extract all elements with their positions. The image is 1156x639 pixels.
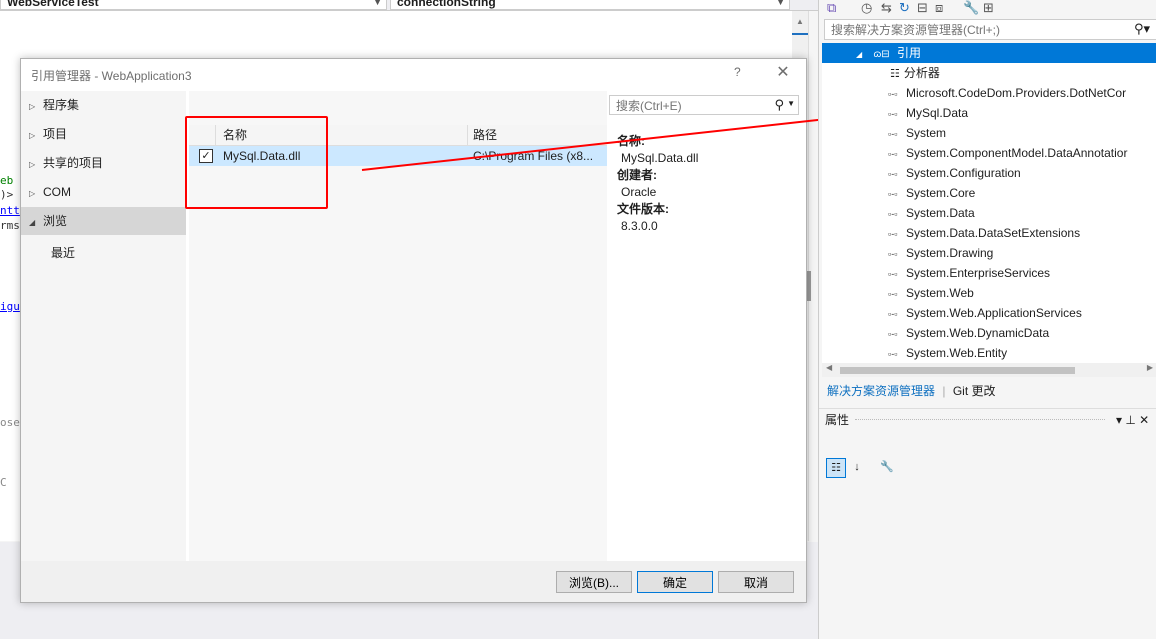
scroll-thumb[interactable] [840, 367, 1075, 374]
tree-node-label: System [906, 126, 947, 140]
tree-node-reference[interactable]: ▫-▫ System.Web.ApplicationServices [822, 303, 1156, 323]
reference-icon: ▫-▫ [888, 289, 898, 299]
history-icon[interactable]: ◷ [861, 0, 872, 16]
reference-icon: ▫-▫ [888, 309, 898, 319]
tree-node-reference[interactable]: ▫-▫ System [822, 123, 1156, 143]
tree-horizontal-scrollbar[interactable]: ◀ ▶ [822, 363, 1156, 377]
tree-node-reference[interactable]: ▫-▫ System.Drawing [822, 243, 1156, 263]
reference-icon: ▫-▫ [888, 129, 898, 139]
tree-node-reference[interactable]: ▫-▫ System.Configuration [822, 163, 1156, 183]
window-controls[interactable]: ▾ ⊥ ✕ [1116, 409, 1149, 431]
analyzer-icon: ☷ [890, 68, 900, 80]
vs-logo-icon: ⧉ [827, 0, 837, 15]
tree-node-reference[interactable]: ▫-▫ System.EnterpriseServices [822, 263, 1156, 283]
tree-node-label: System.Web.ApplicationServices [906, 306, 1082, 320]
tree-node-label: 分析器 [903, 66, 940, 80]
tree-node-label: System.Data [906, 206, 975, 220]
tree-node-reference[interactable]: ▫-▫ System.Core [822, 183, 1156, 203]
tree-node-label: System.Data.DataSetExtensions [906, 226, 1081, 240]
tree-node-label: MySql.Data [906, 106, 969, 120]
solution-tree: ◢ ɷ⊟ 引用 ☷ 分析器 ▫-▫ Microsoft.CodeDom.Provid… [822, 43, 1156, 363]
solution-search-box[interactable]: ⚲▾ [824, 19, 1156, 40]
tree-node-label: System.Core [906, 186, 976, 200]
tree-node-label: 引用 [897, 46, 922, 60]
reference-icon: ▫-▫ [888, 209, 898, 219]
wrench-icon[interactable]: 🔧 [878, 458, 896, 476]
tree-node-label: System.Web.Entity [906, 346, 1008, 360]
reference-icon: ▫-▫ [888, 189, 898, 199]
tree-node-label: System.Web [906, 286, 974, 300]
tab-solution-explorer[interactable]: 解决方案资源管理器 [827, 384, 935, 398]
properties-title: 属性 [825, 413, 850, 427]
sync-icon[interactable]: ⇆ [881, 0, 892, 16]
collapse-all-icon[interactable]: ⊟ [917, 0, 928, 16]
tree-node-label: System.Configuration [906, 166, 1021, 180]
reference-icon: ▫-▫ [888, 269, 898, 279]
tree-node-label: Microsoft.CodeDom.Providers.DotNetCor [906, 86, 1127, 100]
tree-node-label: System.EnterpriseServices [906, 266, 1051, 280]
reference-icon: ▫-▫ [888, 149, 898, 159]
solution-explorer-tabs: 解决方案资源管理器 | Git 更改 [827, 381, 996, 401]
search-icon[interactable]: ⚲▾ [1134, 21, 1150, 37]
scroll-right-icon[interactable]: ▶ [1147, 363, 1153, 372]
categorized-icon[interactable]: ☷ [826, 458, 846, 478]
refresh-icon[interactable]: ↻ [899, 0, 910, 16]
reference-icon: ▫-▫ [888, 329, 898, 339]
tree-node-label: System.Web.DynamicData [906, 326, 1050, 340]
tree-node-reference[interactable]: ▫-▫ System.Web.Entity [822, 343, 1156, 363]
tree-node-reference[interactable]: ▫-▫ System.Data.DataSetExtensions [822, 223, 1156, 243]
reference-icon: ▫-▫ [888, 169, 898, 179]
tree-node-label: System.Drawing [906, 246, 994, 260]
preview-icon[interactable]: ⊞ [983, 0, 994, 16]
solution-explorer: ⧉ ◷ ⇆ ↻ ⊟ ⧈ 🔧 ⊞ ⚲▾ ◢ ɷ⊟ 引用 ☷分析器 ▫-▫Micro… [818, 0, 1156, 639]
tree-node-reference[interactable]: ▫-▫ System.Web.DynamicData [822, 323, 1156, 343]
collapse-icon[interactable]: ◢ [856, 50, 862, 59]
reference-icon: ▫-▫ [888, 249, 898, 259]
tree-node-label: System.ComponentModel.DataAnnotatior [906, 146, 1128, 160]
tree-node-references[interactable]: ◢ ɷ⊟ 引用 [822, 43, 1156, 63]
properties-panel: ☷ ↓ 🔧 [822, 430, 1156, 639]
tree-node-reference[interactable]: ▫-▫ MySql.Data [822, 103, 1156, 123]
tree-node-reference[interactable]: ▫-▫ System.Data [822, 203, 1156, 223]
solution-explorer-toolbar: ⧉ ◷ ⇆ ↻ ⊟ ⧈ 🔧 ⊞ [819, 0, 1156, 18]
reference-icon: ▫-▫ [888, 89, 898, 99]
tab-git-changes[interactable]: Git 更改 [953, 384, 996, 398]
show-all-files-icon[interactable]: ⧈ [935, 0, 943, 16]
grip-divider [855, 419, 1105, 420]
references-icon: ɷ⊟ [873, 49, 890, 60]
tree-node-reference[interactable]: ▫-▫ Microsoft.CodeDom.Providers.DotNetCor [822, 83, 1156, 103]
reference-icon: ▫-▫ [888, 109, 898, 119]
tree-node-analyzer[interactable]: ☷ 分析器 [822, 63, 1156, 83]
properties-header: 属性 ▾ ⊥ ✕ [819, 408, 1156, 431]
solution-search-input[interactable] [829, 22, 1123, 38]
reference-icon: ▫-▫ [888, 229, 898, 239]
reference-icon: ▫-▫ [888, 349, 898, 359]
tree-node-reference[interactable]: ▫-▫ System.ComponentModel.DataAnnotatior [822, 143, 1156, 163]
tree-node-reference[interactable]: ▫-▫ System.Web [822, 283, 1156, 303]
tab-divider: | [942, 384, 946, 398]
scroll-left-icon[interactable]: ◀ [826, 363, 832, 372]
alphabetical-icon[interactable]: ↓ [848, 458, 866, 476]
wrench-icon[interactable]: 🔧 [963, 0, 979, 16]
